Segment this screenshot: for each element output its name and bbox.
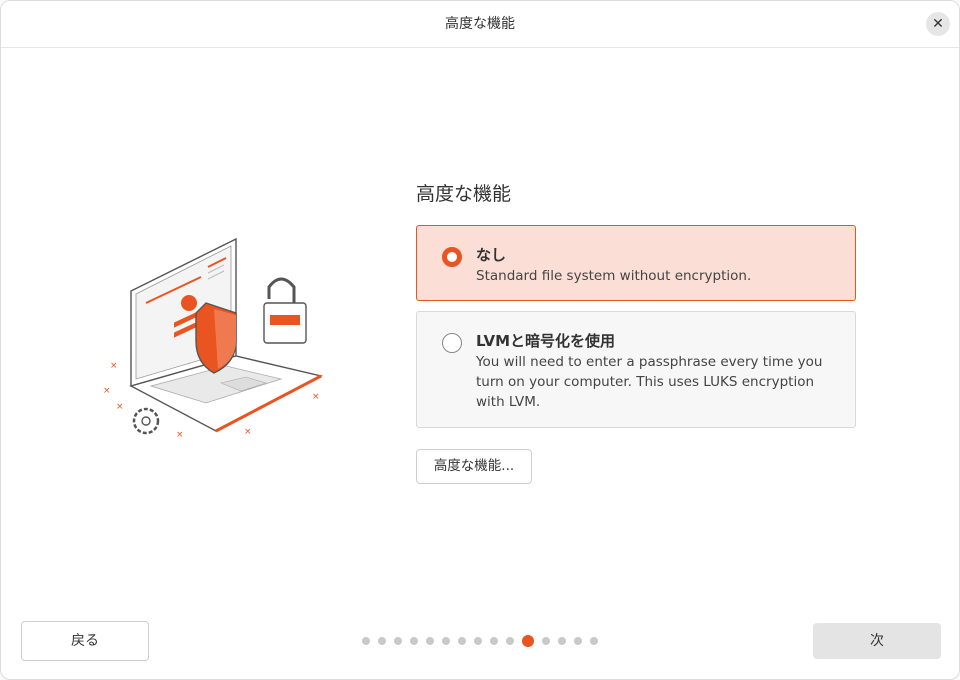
progress-dot: [590, 637, 598, 645]
option-none[interactable]: なし Standard file system without encrypti…: [416, 225, 856, 301]
progress-dot: [506, 637, 514, 645]
progress-dot: [442, 637, 450, 645]
progress-dot: [362, 637, 370, 645]
progress-dot: [474, 637, 482, 645]
option-description: You will need to enter a passphrase ever…: [476, 354, 823, 410]
progress-dot: [574, 637, 582, 645]
svg-text:×: ×: [312, 392, 320, 402]
progress-dot: [394, 637, 402, 645]
progress-dots: [362, 635, 606, 647]
close-button[interactable]: ✕: [926, 12, 950, 36]
window-title: 高度な機能: [445, 16, 515, 32]
option-lvm-encryption[interactable]: LVMと暗号化を使用 You will need to enter a pass…: [416, 311, 856, 428]
progress-dot: [542, 637, 550, 645]
progress-dot: [410, 637, 418, 645]
progress-dot: [378, 637, 386, 645]
close-icon: ✕: [932, 16, 944, 32]
title-bar: 高度な機能 ✕: [1, 1, 959, 48]
option-description: Standard file system without encryption.: [476, 268, 752, 284]
svg-text:×: ×: [103, 386, 111, 396]
next-button[interactable]: 次: [813, 623, 941, 659]
installer-window: 高度な機能 ✕ × × × × × × 高度な機能 なし Standard fi…: [0, 0, 960, 680]
progress-dot-current: [522, 635, 534, 647]
page-heading: 高度な機能: [416, 183, 512, 205]
option-title: なし: [476, 246, 507, 264]
laptop-security-illustration: × × × × × ×: [103, 237, 323, 440]
back-button[interactable]: 戻る: [21, 621, 149, 661]
radio-unselected-icon[interactable]: [442, 333, 462, 353]
option-title: LVMと暗号化を使用: [476, 332, 616, 350]
advanced-features-button[interactable]: 高度な機能...: [416, 449, 532, 484]
radio-selected-icon[interactable]: [442, 247, 462, 267]
progress-dot: [458, 637, 466, 645]
svg-text:×: ×: [244, 427, 252, 437]
svg-text:×: ×: [176, 430, 184, 440]
progress-dot: [490, 637, 498, 645]
progress-dot: [558, 637, 566, 645]
svg-text:×: ×: [110, 361, 118, 371]
progress-dot: [426, 637, 434, 645]
svg-text:×: ×: [116, 402, 124, 412]
